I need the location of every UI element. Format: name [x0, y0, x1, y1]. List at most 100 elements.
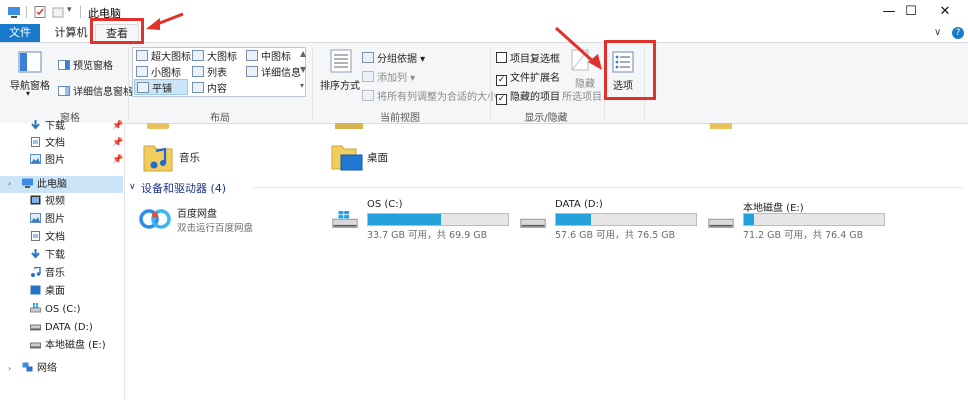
- layout-content[interactable]: 内容: [192, 80, 227, 95]
- pin-icon[interactable]: 📌: [112, 138, 123, 148]
- nav-item-quick-pictures[interactable]: 图片: [30, 153, 65, 169]
- partial-folder-icon: [147, 123, 169, 129]
- size-all-columns-button[interactable]: 将所有列调整为合适的大小: [362, 88, 497, 103]
- drive-usage-fill: [368, 214, 441, 225]
- properties-icon[interactable]: [34, 6, 46, 18]
- expand-chevron-icon[interactable]: ›: [8, 179, 11, 188]
- layout-medium-icons[interactable]: 中图标: [246, 48, 291, 63]
- nav-item-data-drive[interactable]: DATA (D:): [30, 320, 93, 336]
- nav-item-label: 下载: [45, 121, 65, 132]
- nav-item-label: OS (C:): [45, 304, 81, 315]
- tab-computer[interactable]: 计算机: [50, 24, 92, 42]
- baidu-netdisk-icon: [139, 209, 171, 229]
- annotation-box-view-tab: [90, 18, 144, 44]
- current-view-group-label: 当前视图: [380, 113, 420, 124]
- drive-name: DATA (D:): [555, 199, 603, 210]
- picture-icon: [30, 154, 41, 164]
- close-button[interactable]: ✕: [922, 0, 968, 24]
- nav-item-label: 下载: [45, 250, 65, 261]
- layout-extra-large-icons[interactable]: 超大图标: [136, 48, 191, 63]
- nav-item-quick-documents[interactable]: 文档: [30, 136, 65, 152]
- section-collapse-icon[interactable]: ∨: [129, 182, 136, 192]
- layout-scroll-down-icon[interactable]: ▼: [300, 65, 306, 74]
- layout-list[interactable]: 列表: [192, 64, 227, 79]
- drive-name: 本地磁盘 (E:): [743, 203, 804, 214]
- details-pane-button[interactable]: 详细信息窗格: [58, 83, 133, 98]
- help-icon[interactable]: ?: [952, 27, 964, 39]
- baidu-netdisk-name: 百度网盘: [177, 209, 217, 220]
- nav-item-videos[interactable]: 视频: [30, 194, 65, 210]
- pin-icon[interactable]: 📌: [112, 155, 123, 165]
- sort-by-button[interactable]: 排序方式: [320, 77, 360, 92]
- title-bar: ▾ 此电脑 — ☐ ✕: [0, 0, 968, 24]
- large-icons-icon: [192, 50, 204, 61]
- drive-tile-e[interactable]: 本地磁盘 (E:) 71.2 GB 可用，共 76.4 GB: [705, 199, 895, 241]
- layout-item-label: 内容: [207, 84, 227, 95]
- size-all-columns-label: 将所有列调整为合适的大小: [377, 92, 497, 103]
- annotation-box-options: [604, 40, 656, 100]
- quick-access-dropdown-icon[interactable]: ▾: [67, 5, 72, 15]
- medium-icons-icon: [246, 50, 258, 61]
- nav-item-this-pc[interactable]: 此电脑: [22, 177, 67, 193]
- drive-name: OS (C:): [367, 199, 403, 210]
- expand-chevron-icon[interactable]: ›: [8, 364, 11, 373]
- nav-item-documents[interactable]: 文档: [30, 230, 65, 246]
- devices-section-header[interactable]: 设备和驱动器 (4): [141, 180, 226, 196]
- nav-item-local-disk-e[interactable]: 本地磁盘 (E:): [30, 338, 106, 354]
- details-icon: [246, 66, 258, 77]
- layout-item-label: 列表: [207, 68, 227, 79]
- item-checkboxes-toggle[interactable]: 项目复选框: [496, 50, 560, 65]
- item-checkboxes-checkbox[interactable]: [496, 52, 507, 63]
- baidu-netdisk-item[interactable]: 百度网盘 双击运行百度网盘: [139, 203, 319, 239]
- picture-icon: [30, 213, 41, 223]
- size-columns-icon: [362, 90, 374, 101]
- baidu-netdisk-desc: 双击运行百度网盘: [177, 223, 254, 234]
- hidden-items-toggle[interactable]: ✓ 隐藏的项目: [496, 88, 560, 105]
- show-hide-group-label: 显示/隐藏: [524, 113, 568, 124]
- add-columns-button[interactable]: 添加列 ▾: [362, 69, 415, 84]
- this-pc-icon: [8, 7, 20, 18]
- music-folder-icon: [143, 145, 173, 172]
- hidden-items-checkbox[interactable]: ✓: [496, 94, 507, 105]
- network-icon: [22, 362, 33, 372]
- ribbon-collapse-icon[interactable]: ∨: [934, 27, 941, 38]
- folder-music[interactable]: 音乐: [143, 141, 323, 175]
- preview-pane-icon: [58, 60, 70, 70]
- nav-item-label: 本地磁盘 (E:): [45, 340, 106, 351]
- new-folder-icon[interactable]: [52, 6, 64, 18]
- navigation-pane-icon: [18, 51, 42, 73]
- hide-selected-label-2: 所选项目: [562, 92, 602, 103]
- details-pane-icon: [58, 86, 70, 96]
- nav-item-label: 文档: [45, 232, 65, 243]
- nav-item-network[interactable]: 网络: [22, 361, 57, 377]
- preview-pane-button[interactable]: 预览窗格: [58, 57, 113, 72]
- drive-space-info: 57.6 GB 可用，共 76.5 GB: [555, 230, 676, 241]
- pin-icon[interactable]: 📌: [112, 121, 123, 131]
- content-view: 音乐 桌面 ∨ 设备和驱动器 (4) 百度网盘 双击运行百度网盘 OS (C:)…: [125, 123, 968, 400]
- nav-item-os-drive[interactable]: OS (C:): [30, 302, 81, 318]
- details-pane-label: 详细信息窗格: [73, 87, 133, 98]
- file-extensions-toggle[interactable]: ✓ 文件扩展名: [496, 69, 560, 86]
- navigation-pane-dropdown-icon[interactable]: ▾: [26, 89, 30, 98]
- tab-file[interactable]: 文件: [0, 24, 40, 42]
- drive-tile-d[interactable]: DATA (D:) 57.6 GB 可用，共 76.5 GB: [517, 199, 707, 241]
- file-extensions-checkbox[interactable]: ✓: [496, 75, 507, 86]
- layout-expand-icon[interactable]: ▾: [300, 81, 304, 90]
- layout-group-label: 布局: [210, 113, 230, 124]
- layout-tiles[interactable]: 平铺: [134, 79, 188, 95]
- layout-large-icons[interactable]: 大图标: [192, 48, 237, 63]
- drive-tile-c[interactable]: OS (C:) 33.7 GB 可用，共 69.9 GB: [329, 199, 519, 241]
- group-by-button[interactable]: 分组依据 ▾: [362, 50, 425, 65]
- layout-details[interactable]: 详细信息: [246, 64, 301, 79]
- document-icon: [31, 231, 40, 241]
- nav-item-pictures[interactable]: 图片: [30, 212, 65, 228]
- layout-small-icons[interactable]: 小图标: [136, 64, 181, 79]
- nav-item-downloads[interactable]: 下载: [30, 248, 65, 264]
- nav-item-quick-downloads[interactable]: 下载: [30, 119, 65, 135]
- download-icon: [31, 120, 40, 130]
- nav-item-desktop[interactable]: 桌面: [30, 284, 65, 300]
- layout-scroll-up-icon[interactable]: ▲: [300, 49, 306, 58]
- folder-desktop[interactable]: 桌面: [331, 141, 511, 175]
- layout-item-label: 超大图标: [151, 52, 191, 63]
- nav-item-music[interactable]: 音乐: [30, 266, 65, 282]
